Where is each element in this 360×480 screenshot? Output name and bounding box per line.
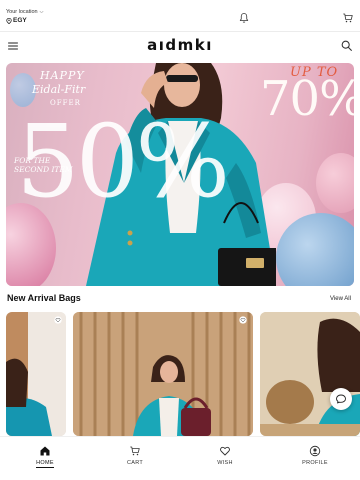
- product-card[interactable]: [260, 312, 360, 436]
- search-icon[interactable]: [340, 39, 353, 52]
- location-label: Your location: [6, 9, 38, 15]
- top-location-bar: Your location ⌵ EGY: [0, 0, 360, 30]
- nav-wish-label: WISH: [217, 460, 233, 466]
- nav-profile-label: PROFILE: [302, 460, 328, 466]
- profile-icon: [309, 445, 321, 457]
- product-image: [73, 312, 253, 436]
- location-selector[interactable]: Your location ⌵ EGY: [6, 9, 44, 24]
- home-icon: [40, 446, 50, 456]
- heart-icon[interactable]: [239, 316, 247, 324]
- chevron-down-icon: ⌵: [39, 9, 44, 16]
- chat-icon: [336, 394, 346, 404]
- banner-up-to-discount: 70%: [260, 71, 354, 127]
- balloon-decoration: [316, 153, 354, 213]
- section-title: New Arrival Bags: [7, 293, 81, 303]
- product-image: [6, 312, 66, 436]
- product-image: [260, 312, 360, 436]
- product-card[interactable]: [73, 312, 253, 436]
- active-tab-indicator: [36, 467, 54, 468]
- chat-button[interactable]: [330, 388, 352, 410]
- heart-icon[interactable]: [54, 316, 62, 324]
- bell-icon[interactable]: [238, 12, 250, 24]
- cart-icon[interactable]: [342, 12, 354, 24]
- brand-logo[interactable]: aıdmkı: [140, 36, 220, 54]
- nav-cart[interactable]: CART: [113, 445, 157, 466]
- location-value: EGY: [13, 16, 27, 24]
- banner-second-item-text: FOR THE SECOND ITEM: [14, 156, 73, 174]
- banner-happy-text: HAPPY: [40, 69, 85, 82]
- promo-banner[interactable]: HAPPY Eidal-Fitr OFFER 50% FOR THE SECON…: [6, 63, 354, 286]
- cart-icon: [130, 446, 140, 456]
- view-all-link[interactable]: View All: [330, 296, 351, 302]
- divider: [0, 31, 360, 32]
- nav-cart-label: CART: [126, 460, 144, 466]
- heart-icon: [220, 446, 230, 456]
- banner-eid-text: Eidal-Fitr: [32, 83, 86, 96]
- nav-home-label: HOME: [36, 460, 54, 466]
- nav-home[interactable]: HOME: [23, 445, 67, 466]
- nav-profile[interactable]: PROFILE: [293, 445, 337, 466]
- location-pin-icon: [6, 17, 12, 24]
- bottom-nav: HOME CART WISH PROFILE: [0, 436, 360, 480]
- app-page: Your location ⌵ EGY aıdmkı HAPPY Eidal-F…: [0, 0, 360, 480]
- nav-wish[interactable]: WISH: [203, 445, 247, 466]
- product-card[interactable]: [6, 312, 66, 436]
- menu-icon[interactable]: [7, 40, 19, 52]
